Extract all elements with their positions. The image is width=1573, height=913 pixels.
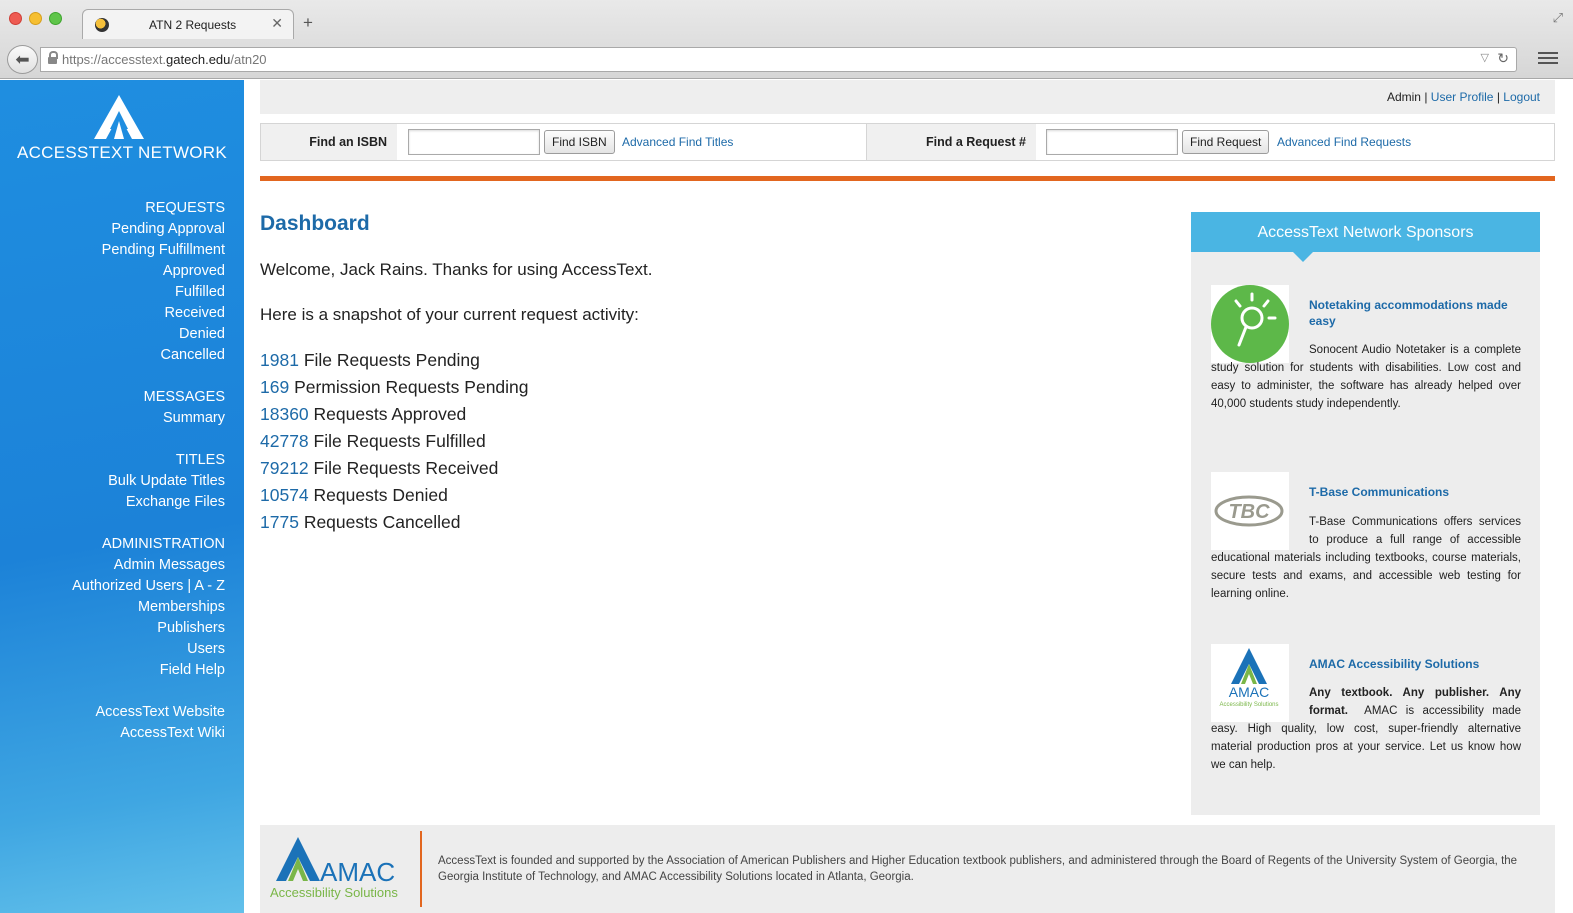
nav-item-authorized-users[interactable]: Authorized Users | A - Z <box>72 576 225 597</box>
welcome-message: Welcome, Jack Rains. Thanks for using Ac… <box>260 260 653 279</box>
tab-title: ATN 2 Requests <box>149 18 237 32</box>
divider <box>260 176 1555 181</box>
stat-row: 79212 File Requests Received <box>260 458 499 478</box>
logo-text: ACCESSTEXT NETWORK <box>16 143 228 162</box>
nav-item-received[interactable]: Received <box>72 303 225 324</box>
nav-item-cancelled[interactable]: Cancelled <box>72 345 226 366</box>
nav-item-publishers[interactable]: Publishers <box>72 618 225 639</box>
nav-item-memberships[interactable]: Memberships <box>72 597 225 618</box>
find-request-button[interactable]: Find Request <box>1182 130 1270 154</box>
nav-item-fulfilled[interactable]: Fulfilled <box>72 282 225 303</box>
nav-item-admin-messages[interactable]: Admin Messages <box>72 555 225 576</box>
minimize-window-button[interactable] <box>29 12 42 25</box>
sidebar-nav: REQUESTS Pending Approval Pending Fulfil… <box>72 198 225 744</box>
stat-count-link[interactable]: 79212 <box>260 458 309 478</box>
sponsor-description: T-Base Communications offers services to… <box>1211 516 1521 600</box>
nav-item-users[interactable]: Users <box>72 639 225 660</box>
nav-item-accesstext-wiki[interactable]: AccessText Wiki <box>72 723 225 744</box>
browser-chrome: ATN 2 Requests ✕ + ⤢ ⬅ https://accesstex… <box>0 0 1573 79</box>
find-isbn-button[interactable]: Find ISBN <box>544 130 615 154</box>
footer: AMAC Accessibility Solutions AccessText … <box>260 825 1555 913</box>
accesstext-logo-icon[interactable] <box>94 95 144 139</box>
stat-count-link[interactable]: 1981 <box>260 350 299 370</box>
page-title: Dashboard <box>260 212 370 235</box>
amac-footer-logo[interactable]: AMAC Accessibility Solutions <box>270 835 420 901</box>
favicon-icon <box>95 18 109 32</box>
nav-item-pending-approval[interactable]: Pending Approval <box>72 219 225 240</box>
close-window-button[interactable] <box>9 12 22 25</box>
sponsor-title-link[interactable]: AMAC Accessibility Solutions <box>1309 656 1521 672</box>
top-bar: Admin | User Profile | Logout <box>260 80 1555 114</box>
stat-count-link[interactable]: 42778 <box>260 431 309 451</box>
back-arrow-icon: ⬅ <box>15 50 30 69</box>
sponsor-title-link[interactable]: T-Base Communications <box>1309 484 1521 500</box>
sponsors-panel: AccessText Network Sponsors Notetaking a… <box>1191 212 1540 815</box>
stat-count-link[interactable]: 1775 <box>260 512 299 532</box>
advanced-find-titles-link[interactable]: Advanced Find Titles <box>622 135 733 149</box>
nav-heading-titles[interactable]: TITLES <box>72 450 225 471</box>
stat-count-link[interactable]: 169 <box>260 377 289 397</box>
snapshot-intro: Here is a snapshot of your current reque… <box>260 305 639 324</box>
nav-item-exchange-files[interactable]: Exchange Files <box>72 492 225 513</box>
svg-text:Accessibility Solutions: Accessibility Solutions <box>270 885 398 900</box>
browser-tab[interactable]: ATN 2 Requests ✕ <box>82 9 294 39</box>
stat-row: 10574 Requests Denied <box>260 485 448 505</box>
nav-item-bulk-update-titles[interactable]: Bulk Update Titles <box>72 471 225 492</box>
request-stats: 1981 File Requests Pending 169 Permissio… <box>260 349 529 538</box>
new-tab-icon[interactable]: + <box>303 14 313 31</box>
stat-row: 18360 Requests Approved <box>260 404 467 424</box>
svg-text:AMAC: AMAC <box>320 857 395 887</box>
admin-label: Admin <box>1386 90 1421 104</box>
request-number-input[interactable] <box>1046 129 1178 155</box>
user-links: Admin | User Profile | Logout <box>1386 90 1540 104</box>
sponsor-title-link[interactable]: Notetaking accommodations made easy <box>1309 297 1521 329</box>
stat-row: 1775 Requests Cancelled <box>260 512 461 532</box>
user-profile-link[interactable]: User Profile <box>1431 90 1494 104</box>
nav-item-field-help[interactable]: Field Help <box>72 660 225 681</box>
nav-item-summary[interactable]: Summary <box>72 408 225 429</box>
sidebar: ACCESSTEXT NETWORK REQUESTS Pending Appr… <box>0 80 244 913</box>
url-history-dropdown-icon[interactable]: ▽ <box>1481 51 1489 64</box>
advanced-find-requests-link[interactable]: Advanced Find Requests <box>1277 135 1411 149</box>
nav-heading-messages[interactable]: MESSAGES <box>72 387 225 408</box>
isbn-input[interactable] <box>408 129 540 155</box>
find-request-label: Find a Request # <box>867 124 1036 160</box>
nav-item-accesstext-website[interactable]: AccessText Website <box>72 702 225 723</box>
url-text[interactable]: https://accesstext.gatech.edu/atn20 <box>62 52 267 67</box>
sponsor-description: Sonocent Audio Notetaker is a complete s… <box>1211 344 1521 410</box>
back-button[interactable]: ⬅ <box>7 45 38 74</box>
sponsors-heading: AccessText Network Sponsors <box>1191 212 1540 262</box>
footer-text: AccessText is founded and supported by t… <box>438 855 1518 883</box>
stat-row: 42778 File Requests Fulfilled <box>260 431 486 451</box>
tab-close-icon[interactable]: ✕ <box>271 15 283 32</box>
browser-menu-icon[interactable] <box>1538 49 1558 69</box>
nav-item-approved[interactable]: Approved <box>72 261 225 282</box>
fullscreen-icon[interactable]: ⤢ <box>1553 10 1563 26</box>
sponsor-description: Any textbook. Any publisher. Any format.… <box>1211 687 1521 771</box>
stat-count-link[interactable]: 10574 <box>260 485 309 505</box>
stat-count-link[interactable]: 18360 <box>260 404 309 424</box>
stat-row: 169 Permission Requests Pending <box>260 377 529 397</box>
stat-row: 1981 File Requests Pending <box>260 350 480 370</box>
nav-item-denied[interactable]: Denied <box>72 324 225 345</box>
lock-icon <box>48 51 58 65</box>
logout-link[interactable]: Logout <box>1503 90 1540 104</box>
reload-icon[interactable]: ↻ <box>1497 50 1509 67</box>
nav-heading-administration[interactable]: ADMINISTRATION <box>72 534 225 555</box>
nav-heading-requests[interactable]: REQUESTS <box>72 198 225 219</box>
zoom-window-button[interactable] <box>49 12 62 25</box>
find-isbn-label: Find an ISBN <box>261 124 397 160</box>
find-bar: Find an ISBN Find ISBN Advanced Find Tit… <box>260 123 1555 161</box>
address-bar[interactable]: https://accesstext.gatech.edu/atn20 ▽ ↻ <box>40 47 1517 72</box>
nav-item-pending-fulfillment[interactable]: Pending Fulfillment <box>72 240 225 261</box>
